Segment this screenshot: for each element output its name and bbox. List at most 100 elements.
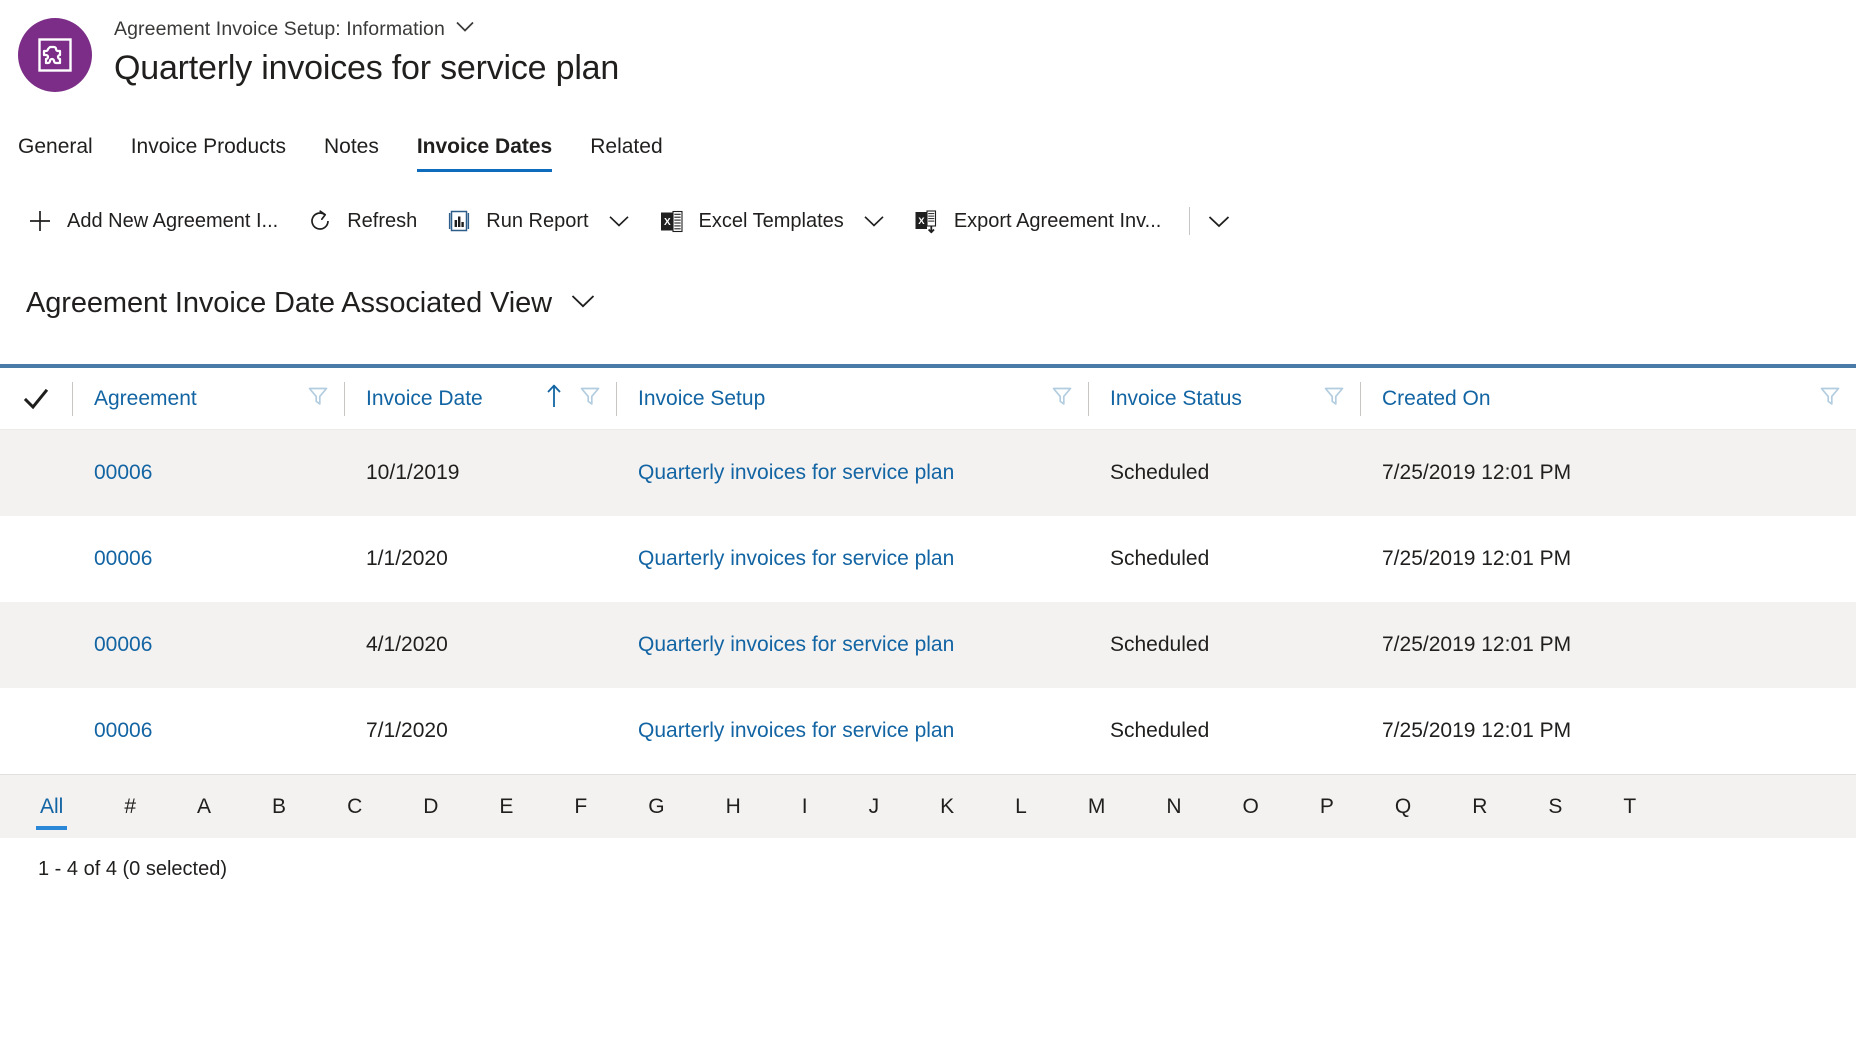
alpha-filter-p[interactable]: P: [1314, 792, 1340, 822]
svg-text:X: X: [664, 217, 671, 228]
table-row[interactable]: 00006 1/1/2020 Quarterly invoices for se…: [0, 516, 1856, 602]
alpha-filter-n[interactable]: N: [1160, 792, 1187, 822]
cell-agreement[interactable]: 00006: [72, 516, 344, 602]
cell-invoice-date: 7/1/2020: [366, 719, 448, 742]
checkmark-icon: [23, 388, 49, 409]
column-header-invoice-setup[interactable]: Invoice Setup: [616, 368, 1088, 430]
plus-icon: [26, 207, 54, 235]
command-label: Excel Templates: [698, 209, 844, 232]
row-select-checkbox[interactable]: [0, 516, 72, 602]
alpha-filter-s[interactable]: S: [1542, 792, 1568, 822]
header-text-block: Agreement Invoice Setup: Information Qua…: [114, 16, 619, 90]
alpha-filter-a[interactable]: A: [191, 792, 217, 822]
excel-templates-button[interactable]: X Excel Templates: [646, 200, 901, 242]
column-header-created-on[interactable]: Created On: [1360, 368, 1856, 430]
app-page: Agreement Invoice Setup: Information Qua…: [0, 0, 1856, 1053]
chevron-down-icon[interactable]: [608, 214, 630, 228]
view-selector[interactable]: Agreement Invoice Date Associated View: [26, 282, 1856, 324]
alphabet-filter-bar: All # A B C D E F G H I J K L M N O P Q …: [0, 774, 1856, 838]
tab-invoice-dates[interactable]: Invoice Dates: [398, 134, 571, 172]
alpha-filter-i[interactable]: I: [796, 792, 814, 822]
alpha-filter-e[interactable]: E: [493, 792, 519, 822]
chevron-down-icon[interactable]: [570, 293, 596, 314]
column-header-label: Agreement: [94, 386, 197, 410]
add-new-agreement-invoice-date-button[interactable]: Add New Agreement I...: [18, 200, 294, 242]
filter-funnel-icon[interactable]: [1322, 384, 1346, 414]
export-agreement-invoice-dates-button[interactable]: X Export Agreement Inv...: [901, 200, 1178, 242]
refresh-button[interactable]: Refresh: [294, 200, 433, 242]
select-all-rows-checkbox[interactable]: [0, 368, 72, 430]
command-overflow-button[interactable]: [1198, 200, 1240, 242]
breadcrumb[interactable]: Agreement Invoice Setup: Information: [114, 16, 619, 42]
cell-invoice-setup[interactable]: Quarterly invoices for service plan: [616, 688, 1088, 774]
command-separator: [1189, 207, 1191, 235]
alpha-filter-r[interactable]: R: [1466, 792, 1493, 822]
tab-general[interactable]: General: [18, 134, 112, 172]
form-tab-list: General Invoice Products Notes Invoice D…: [18, 126, 1856, 172]
excel-icon: X: [658, 207, 686, 235]
alpha-filter-g[interactable]: G: [642, 792, 670, 822]
cell-invoice-date: 10/1/2019: [366, 461, 460, 484]
column-header-label: Invoice Status: [1110, 386, 1242, 410]
chevron-down-icon[interactable]: [863, 214, 885, 228]
page-title: Quarterly invoices for service plan: [114, 49, 620, 87]
view-selector-label: Agreement Invoice Date Associated View: [26, 286, 553, 319]
alpha-filter-o[interactable]: O: [1236, 792, 1264, 822]
filter-funnel-icon[interactable]: [1818, 384, 1842, 414]
arrow-up-icon: [544, 383, 564, 415]
cell-invoice-date: 1/1/2020: [366, 547, 448, 570]
column-header-invoice-date[interactable]: Invoice Date: [344, 368, 616, 430]
alpha-filter-t[interactable]: T: [1617, 792, 1642, 822]
chevron-down-icon: [1209, 215, 1230, 227]
alpha-filter-q[interactable]: Q: [1389, 792, 1417, 822]
alpha-filter-d[interactable]: D: [417, 792, 444, 822]
breadcrumb-label: Agreement Invoice Setup: Information: [114, 18, 445, 40]
table-row[interactable]: 00006 4/1/2020 Quarterly invoices for se…: [0, 602, 1856, 688]
cell-agreement[interactable]: 00006: [72, 602, 344, 688]
filter-funnel-icon[interactable]: [578, 384, 602, 414]
data-grid: Agreement Invoice Date Invoice Setup Inv…: [0, 364, 1856, 774]
alpha-filter-f[interactable]: F: [568, 792, 593, 822]
command-label: Run Report: [486, 209, 589, 232]
excel-export-icon: X: [913, 207, 941, 235]
report-chart-icon: [445, 207, 473, 235]
alpha-filter-hash[interactable]: #: [118, 792, 142, 822]
alpha-filter-all[interactable]: All: [34, 792, 69, 830]
cell-agreement[interactable]: 00006: [72, 430, 344, 516]
chevron-down-icon[interactable]: [455, 20, 475, 38]
grid-footer: 1 - 4 of 4 (0 selected): [0, 838, 1856, 900]
table-row[interactable]: 00006 7/1/2020 Quarterly invoices for se…: [0, 688, 1856, 774]
column-header-invoice-status[interactable]: Invoice Status: [1088, 368, 1360, 430]
cell-invoice-setup[interactable]: Quarterly invoices for service plan: [616, 602, 1088, 688]
alpha-filter-m[interactable]: M: [1082, 792, 1112, 822]
tab-notes[interactable]: Notes: [305, 134, 398, 172]
filter-funnel-icon[interactable]: [306, 384, 330, 414]
cell-invoice-status: Scheduled: [1110, 461, 1210, 484]
command-label: Export Agreement Inv...: [953, 209, 1162, 232]
run-report-button[interactable]: Run Report: [433, 200, 645, 242]
alpha-filter-c[interactable]: C: [341, 792, 368, 822]
alpha-filter-l[interactable]: L: [1009, 792, 1033, 822]
entity-puzzle-icon: [38, 38, 72, 72]
tab-invoice-products[interactable]: Invoice Products: [112, 134, 305, 172]
alpha-filter-b[interactable]: B: [266, 792, 292, 822]
alpha-filter-j[interactable]: J: [863, 792, 886, 822]
cell-invoice-setup[interactable]: Quarterly invoices for service plan: [616, 516, 1088, 602]
column-header-agreement[interactable]: Agreement: [72, 368, 344, 430]
row-select-checkbox[interactable]: [0, 688, 72, 774]
alpha-filter-h[interactable]: H: [720, 792, 747, 822]
row-select-checkbox[interactable]: [0, 430, 72, 516]
table-row[interactable]: 00006 10/1/2019 Quarterly invoices for s…: [0, 430, 1856, 516]
filter-funnel-icon[interactable]: [1050, 384, 1074, 414]
row-select-checkbox[interactable]: [0, 602, 72, 688]
cell-invoice-setup[interactable]: Quarterly invoices for service plan: [616, 430, 1088, 516]
alpha-filter-k[interactable]: K: [934, 792, 960, 822]
command-label: Refresh: [347, 209, 418, 232]
cell-agreement[interactable]: 00006: [72, 688, 344, 774]
command-label: Add New Agreement I...: [67, 209, 279, 232]
cell-invoice-status: Scheduled: [1110, 547, 1210, 570]
entity-avatar: [18, 18, 92, 92]
grid-header-row: Agreement Invoice Date Invoice Setup Inv…: [0, 368, 1856, 430]
column-header-label: Invoice Setup: [638, 386, 766, 410]
tab-related[interactable]: Related: [571, 134, 681, 172]
